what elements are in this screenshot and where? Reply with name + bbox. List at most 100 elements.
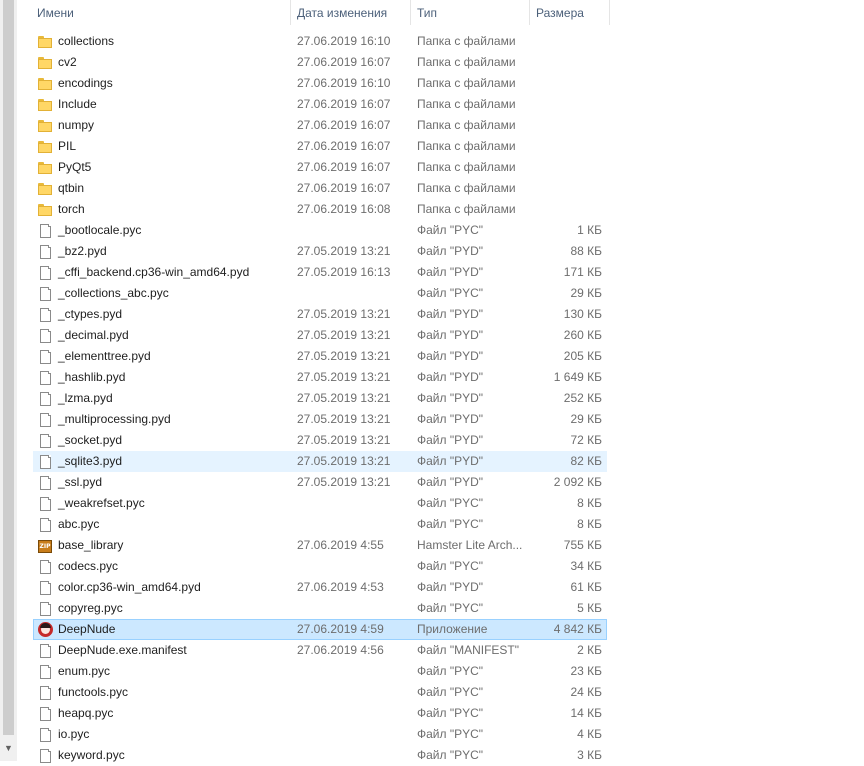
- file-date-modified: 27.06.2019 16:10: [297, 76, 391, 90]
- file-type: Папка с файлами: [417, 118, 516, 132]
- file-name: DeepNude.exe.manifest: [58, 643, 187, 657]
- file-row[interactable]: _bootlocale.pyc Файл "PYC" 1 КБ: [33, 220, 607, 241]
- file-date-modified: 27.05.2019 13:21: [297, 370, 391, 384]
- file-type: Файл "PYD": [417, 244, 484, 258]
- file-size: 8 КБ: [577, 496, 602, 510]
- file-size: 2 092 КБ: [553, 475, 602, 489]
- file-date-modified: 27.05.2019 13:21: [297, 454, 391, 468]
- file-date-modified: 27.06.2019 4:56: [297, 643, 384, 657]
- file-row[interactable]: ZIP base_library 27.06.2019 4:55 Hamster Li…: [33, 535, 607, 556]
- file-date-modified: 27.05.2019 13:21: [297, 328, 391, 342]
- file-row[interactable]: torch 27.06.2019 16:08 Папка с файлами: [33, 199, 607, 220]
- file-type: Файл "PYC": [417, 223, 484, 237]
- file-row[interactable]: _ssl.pyd 27.05.2019 13:21 Файл "PYD" 2 092 …: [33, 472, 607, 493]
- file-row[interactable]: _elementtree.pyd 27.05.2019 13:21 Файл "PY…: [33, 346, 607, 367]
- file-row[interactable]: _decimal.pyd 27.05.2019 13:21 Файл "PYD" 26…: [33, 325, 607, 346]
- file-name: _sqlite3.pyd: [58, 454, 123, 468]
- file-type: Файл "PYC": [417, 517, 484, 531]
- file-row[interactable]: enum.pyc Файл "PYC" 23 КБ: [33, 661, 607, 682]
- file-row[interactable]: keyword.pyc Файл "PYC" 3 КБ: [33, 745, 607, 766]
- file-row[interactable]: color.cp36-win_amd64.pyd 27.06.2019 4:53 Ф…: [33, 577, 607, 598]
- file-size: 4 842 КБ: [553, 622, 602, 636]
- file-row[interactable]: abc.pyc Файл "PYC" 8 КБ: [33, 514, 607, 535]
- file-row[interactable]: _lzma.pyd 27.05.2019 13:21 Файл "PYD" 252 К…: [33, 388, 607, 409]
- file-type: Файл "PYD": [417, 412, 484, 426]
- file-row[interactable]: cv2 27.06.2019 16:07 Папка с файлами: [33, 52, 607, 73]
- column-header-type[interactable]: Тип: [410, 0, 530, 25]
- scrollbar-thumb[interactable]: [3, 0, 14, 735]
- file-size: 34 КБ: [570, 559, 602, 573]
- file-row[interactable]: _collections_abc.pyc Файл "PYC" 29 КБ: [33, 283, 607, 304]
- file-name: heapq.pyc: [58, 706, 114, 720]
- file-row[interactable]: io.pyc Файл "PYC" 4 КБ: [33, 724, 607, 745]
- file-name: qtbin: [58, 181, 85, 195]
- file-name: _multiprocessing.pyd: [58, 412, 171, 426]
- file-date-modified: 27.05.2019 16:13: [297, 265, 391, 279]
- file-type: Файл "PYC": [417, 685, 484, 699]
- file-row[interactable]: DeepNude.exe.manifest 27.06.2019 4:56 Файл…: [33, 640, 607, 661]
- file-date-modified: 27.06.2019 16:07: [297, 181, 391, 195]
- file-row[interactable]: _hashlib.pyd 27.05.2019 13:21 Файл "PYD" 1 …: [33, 367, 607, 388]
- file-row[interactable]: numpy 27.06.2019 16:07 Папка с файлами: [33, 115, 607, 136]
- file-row[interactable]: copyreg.pyc Файл "PYC" 5 КБ: [33, 598, 607, 619]
- file-row[interactable]: Include 27.06.2019 16:07 Папка с файлами: [33, 94, 607, 115]
- file-type: Файл "PYD": [417, 391, 484, 405]
- file-type: Файл "PYC": [417, 706, 484, 720]
- file-row[interactable]: collections 27.06.2019 16:10 Папка с файла…: [33, 31, 607, 52]
- column-header-date[interactable]: Дата изменения: [290, 0, 410, 25]
- file-row[interactable]: _cffi_backend.cp36-win_amd64.pyd 27.05.20…: [33, 262, 607, 283]
- file-name: functools.pyc: [58, 685, 129, 699]
- column-divider[interactable]: [609, 0, 610, 25]
- file-row[interactable]: PyQt5 27.06.2019 16:07 Папка с файлами: [33, 157, 607, 178]
- file-icon: [40, 728, 51, 742]
- file-name: _ssl.pyd: [58, 475, 103, 489]
- file-date-modified: 27.06.2019 4:59: [297, 622, 384, 636]
- folder-icon: [38, 141, 52, 153]
- file-type: Папка с файлами: [417, 139, 516, 153]
- file-icon: [40, 350, 51, 364]
- file-type: Файл "PYD": [417, 370, 484, 384]
- file-date-modified: 27.06.2019 4:53: [297, 580, 384, 594]
- file-row[interactable]: _ctypes.pyd 27.05.2019 13:21 Файл "PYD" 130…: [33, 304, 607, 325]
- file-icon: [40, 686, 51, 700]
- file-row[interactable]: _bz2.pyd 27.05.2019 13:21 Файл "PYD" 88 КБ: [33, 241, 607, 262]
- file-row[interactable]: qtbin 27.06.2019 16:07 Папка с файлами: [33, 178, 607, 199]
- file-name: cv2: [58, 55, 77, 69]
- file-row[interactable]: codecs.pyc Файл "PYC" 34 КБ: [33, 556, 607, 577]
- file-row[interactable]: functools.pyc Файл "PYC" 24 КБ: [33, 682, 607, 703]
- file-size: 1 КБ: [577, 223, 602, 237]
- file-icon: [40, 371, 51, 385]
- column-header-size[interactable]: Размера: [529, 0, 609, 25]
- file-name: _collections_abc.pyc: [58, 286, 169, 300]
- scroll-down-arrow-icon[interactable]: ▼: [3, 741, 14, 755]
- file-size: 1 649 КБ: [553, 370, 602, 384]
- file-row[interactable]: _multiprocessing.pyd 27.05.2019 13:21 Файл…: [33, 409, 607, 430]
- file-row[interactable]: _sqlite3.pyd 27.05.2019 13:21 Файл "PYD" 82…: [33, 451, 607, 472]
- file-row[interactable]: encodings 27.06.2019 16:10 Папка с файлами: [33, 73, 607, 94]
- file-icon: [40, 581, 51, 595]
- file-row[interactable]: _socket.pyd 27.05.2019 13:21 Файл "PYD" 72 …: [33, 430, 607, 451]
- file-row[interactable]: DeepNude 27.06.2019 4:59 Приложение 4 842 К…: [33, 619, 607, 640]
- file-row[interactable]: PIL 27.06.2019 16:07 Папка с файлами: [33, 136, 607, 157]
- file-type: Hamster Lite Arch...: [417, 538, 523, 552]
- file-size: 4 КБ: [577, 727, 602, 741]
- file-type: Файл "PYC": [417, 748, 484, 762]
- file-icon: [40, 434, 51, 448]
- file-icon: [40, 602, 51, 616]
- file-date-modified: 27.05.2019 13:21: [297, 349, 391, 363]
- file-icon: [40, 308, 51, 322]
- file-name: Include: [58, 97, 97, 111]
- file-date-modified: 27.05.2019 13:21: [297, 244, 391, 258]
- file-date-modified: 27.05.2019 13:21: [297, 475, 391, 489]
- file-name: color.cp36-win_amd64.pyd: [58, 580, 201, 594]
- file-row[interactable]: _weakrefset.pyc Файл "PYC" 8 КБ: [33, 493, 607, 514]
- file-type: Папка с файлами: [417, 160, 516, 174]
- file-name: codecs.pyc: [58, 559, 119, 573]
- file-date-modified: 27.06.2019 16:07: [297, 139, 391, 153]
- file-size: 260 КБ: [563, 328, 602, 342]
- file-row[interactable]: heapq.pyc Файл "PYC" 14 КБ: [33, 703, 607, 724]
- file-name: _hashlib.pyd: [58, 370, 126, 384]
- file-name: _bootlocale.pyc: [58, 223, 142, 237]
- file-icon: [40, 329, 51, 343]
- vertical-scrollbar[interactable]: ▼: [0, 0, 17, 761]
